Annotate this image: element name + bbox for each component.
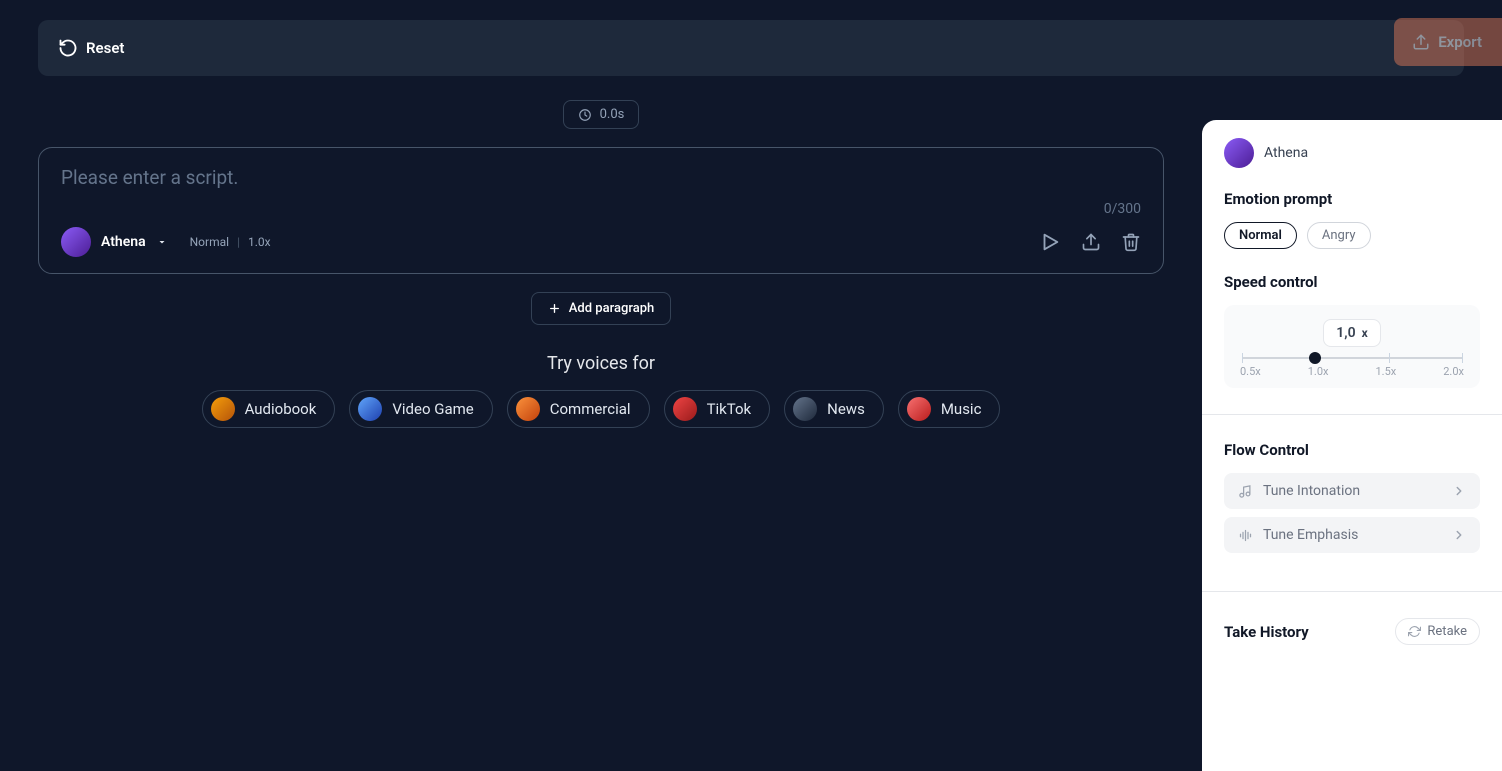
emotion-pill-normal[interactable]: Normal	[1224, 222, 1297, 249]
speed-suffix: x	[1362, 326, 1368, 340]
retake-button[interactable]: Retake	[1395, 618, 1480, 645]
chip-label: Audiobook	[245, 400, 317, 418]
flow-item-label: Tune Intonation	[1263, 483, 1360, 499]
voice-selector[interactable]: Athena Normal | 1.0x	[61, 227, 271, 257]
speed-slider[interactable]	[1242, 357, 1462, 359]
clock-icon	[578, 108, 592, 122]
share-button[interactable]	[1081, 232, 1101, 252]
flow-container: Tune Intonation Tune Emphasis	[1224, 473, 1480, 565]
emotion-label: Normal	[1239, 228, 1282, 243]
emotion-label: Angry	[1322, 228, 1356, 243]
chip-label: Music	[941, 400, 982, 418]
chevron-down-icon	[156, 236, 168, 248]
voice-chip-tiktok[interactable]: TikTok	[664, 390, 771, 428]
emotion-pill-angry[interactable]: Angry	[1307, 222, 1371, 249]
voice-chips: Audiobook Video Game Commercial TikTok N…	[38, 390, 1164, 428]
slider-label: 1.5x	[1376, 365, 1397, 378]
voice-meta: Normal | 1.0x	[190, 235, 271, 249]
voice-chip-news[interactable]: News	[784, 390, 884, 428]
chip-avatar	[211, 397, 235, 421]
sidepanel-avatar	[1224, 138, 1254, 168]
emotion-pills: Normal Angry	[1224, 222, 1480, 249]
divider	[1202, 414, 1502, 415]
side-panel: Athena Emotion prompt Normal Angry Speed…	[1202, 120, 1502, 771]
script-actions	[1039, 231, 1141, 253]
reset-icon	[58, 38, 78, 58]
slider-tick	[1389, 353, 1390, 363]
separator: |	[237, 235, 240, 249]
topbar: Reset Export	[38, 20, 1464, 76]
duration-pill[interactable]: 0.0s	[563, 100, 640, 129]
reset-button[interactable]: Reset	[58, 38, 124, 58]
voice-chip-commercial[interactable]: Commercial	[507, 390, 650, 428]
speed-box: 1,0 x 0.5x 1.0x 1.5x 2.0x	[1224, 305, 1480, 388]
play-button[interactable]	[1039, 231, 1061, 253]
chip-avatar	[793, 397, 817, 421]
script-footer: Athena Normal | 1.0x	[61, 227, 1141, 257]
voice-chip-audiobook[interactable]: Audiobook	[202, 390, 336, 428]
add-paragraph-button[interactable]: Add paragraph	[531, 292, 671, 325]
reset-label: Reset	[86, 39, 124, 57]
retake-label: Retake	[1427, 624, 1467, 639]
chip-avatar	[358, 397, 382, 421]
duration-value: 0.0s	[600, 107, 625, 122]
note-icon	[1238, 484, 1253, 499]
chevron-right-icon	[1452, 528, 1466, 542]
voice-chip-music[interactable]: Music	[898, 390, 1001, 428]
waveform-icon	[1238, 528, 1253, 543]
upload-icon	[1412, 33, 1430, 51]
slider-label: 1.0x	[1308, 365, 1329, 378]
flow-section-title: Flow Control	[1224, 441, 1480, 459]
chip-label: News	[827, 400, 865, 418]
voice-speed: 1.0x	[248, 235, 271, 249]
slider-label: 2.0x	[1443, 365, 1464, 378]
slider-thumb[interactable]	[1309, 352, 1321, 364]
main-area: 0.0s Please enter a script. 0/300 Athena…	[38, 100, 1164, 428]
speed-value: 1,0	[1336, 325, 1355, 341]
refresh-icon	[1408, 625, 1421, 638]
sidepanel-voice-name: Athena	[1264, 145, 1308, 161]
slider-tick	[1462, 353, 1463, 363]
take-history-title: Take History	[1224, 623, 1309, 641]
sidepanel-header: Athena	[1224, 138, 1480, 168]
flow-item-label: Tune Emphasis	[1263, 527, 1358, 543]
chip-label: Commercial	[550, 400, 631, 418]
try-voices-title: Try voices for	[38, 353, 1164, 374]
plus-icon	[548, 302, 561, 315]
script-input[interactable]: Please enter a script.	[61, 166, 1141, 189]
chevron-right-icon	[1452, 484, 1466, 498]
chip-avatar	[907, 397, 931, 421]
char-count: 0/300	[61, 201, 1141, 217]
slider-label: 0.5x	[1240, 365, 1261, 378]
chip-avatar	[673, 397, 697, 421]
chip-avatar	[516, 397, 540, 421]
flow-item-intonation[interactable]: Tune Intonation	[1224, 473, 1480, 509]
speed-section-title: Speed control	[1224, 273, 1480, 291]
slider-tick	[1242, 353, 1243, 363]
script-box: Please enter a script. 0/300 Athena Norm…	[38, 147, 1164, 274]
voice-avatar	[61, 227, 91, 257]
flow-item-emphasis[interactable]: Tune Emphasis	[1224, 517, 1480, 553]
voice-emotion: Normal	[190, 235, 229, 249]
voice-chip-video-game[interactable]: Video Game	[349, 390, 492, 428]
export-button[interactable]: Export	[1394, 18, 1502, 66]
take-history-row: Take History Retake	[1224, 618, 1480, 645]
speed-badge: 1,0 x	[1323, 319, 1380, 347]
add-paragraph-label: Add paragraph	[569, 301, 654, 316]
emotion-section-title: Emotion prompt	[1224, 190, 1480, 208]
voice-name-label: Athena	[101, 234, 146, 250]
delete-button[interactable]	[1121, 232, 1141, 252]
chip-label: TikTok	[707, 400, 752, 418]
divider	[1202, 591, 1502, 592]
chip-label: Video Game	[392, 400, 473, 418]
slider-labels: 0.5x 1.0x 1.5x 2.0x	[1240, 365, 1464, 378]
export-label: Export	[1438, 33, 1482, 51]
